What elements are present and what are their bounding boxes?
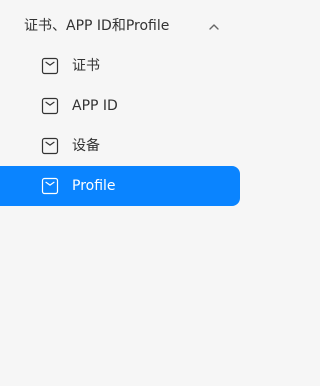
sidebar-item-app-id[interactable]: APP ID — [0, 86, 240, 126]
box-icon — [40, 176, 60, 196]
box-icon — [40, 56, 60, 76]
chevron-up-icon[interactable] — [207, 19, 221, 33]
box-icon — [40, 96, 60, 116]
sidebar-item-label: 证书 — [72, 58, 100, 74]
sidebar-item-label: 设备 — [72, 138, 100, 154]
sidebar-item-label: APP ID — [72, 98, 118, 114]
sidebar-item-label: Profile — [72, 178, 116, 194]
box-icon — [40, 136, 60, 156]
section-title: 证书、APP ID和Profile — [24, 18, 170, 34]
sidebar-item-devices[interactable]: 设备 — [0, 126, 240, 166]
sidebar-item-certificates[interactable]: 证书 — [0, 46, 240, 86]
sidebar: 证书、APP ID和Profile 证书 APP ID 设备 Profile — [0, 0, 245, 386]
section-header-certificates-appid-profile[interactable]: 证书、APP ID和Profile — [0, 7, 245, 45]
sidebar-item-profile[interactable]: Profile — [0, 166, 240, 206]
